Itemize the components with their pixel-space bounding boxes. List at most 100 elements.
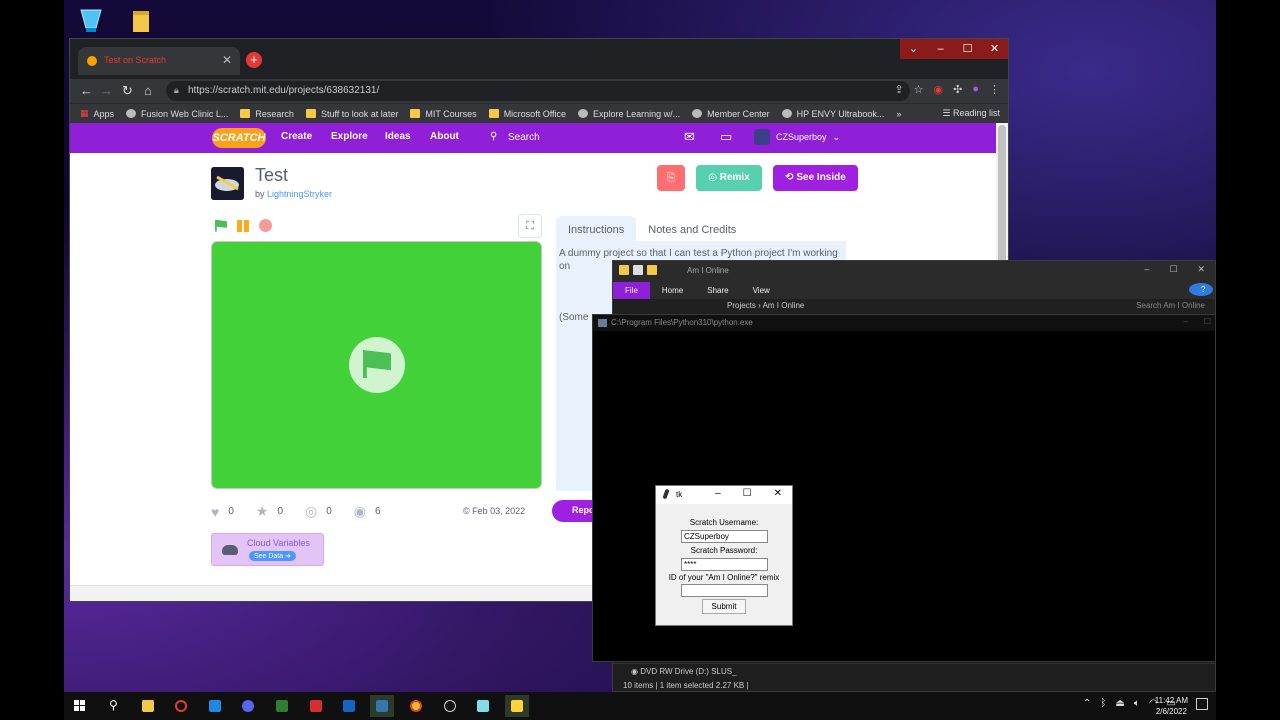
forward-icon[interactable]: → (100, 83, 113, 98)
bookmark-folder[interactable]: Research (240, 109, 294, 119)
bookmark-item[interactable]: Fusion Web Clinic L... (126, 109, 228, 119)
notification-icon[interactable] (1196, 698, 1208, 710)
ribbon-share[interactable]: Share (695, 286, 740, 295)
scratch-logo[interactable]: SCRATCH (212, 128, 266, 148)
nav-about[interactable]: About (430, 131, 459, 142)
minimize-icon[interactable]: – (1144, 264, 1149, 275)
word-taskbar-icon[interactable] (337, 695, 361, 717)
scrollbar-thumb[interactable] (998, 125, 1006, 265)
maximize-icon[interactable]: ☐ (1204, 317, 1211, 326)
mail-taskbar-icon[interactable] (203, 695, 227, 717)
project-stage[interactable] (211, 241, 542, 489)
nav-create[interactable]: Create (281, 131, 312, 142)
back-icon[interactable]: ← (80, 83, 93, 98)
nav-ideas[interactable]: Ideas (385, 131, 411, 142)
clock[interactable]: 11:42 AM 2/6/2022 (1155, 695, 1188, 717)
reload-icon[interactable]: ↻ (122, 83, 133, 99)
chat-taskbar-icon[interactable] (270, 695, 294, 717)
tab-instructions[interactable]: Instructions (556, 216, 637, 244)
puzzle-extensions-icon[interactable]: ✣ (953, 83, 962, 96)
letterbox-left (0, 0, 64, 692)
desktop-shortcut-icon[interactable] (78, 8, 104, 34)
bookmarks-overflow[interactable]: » (896, 109, 901, 119)
search-icon[interactable]: ⚲ (102, 695, 126, 717)
tray-overflow-icon[interactable]: ⌃ (1083, 698, 1091, 709)
app-taskbar-icon[interactable] (438, 695, 462, 717)
browser-tab[interactable]: Test on Scratch ✕ (78, 47, 240, 75)
close-window-icon[interactable]: ✕ (981, 39, 1008, 59)
bookmark-folder[interactable]: Microsoft Office (488, 109, 566, 119)
minimize-icon[interactable]: – (927, 39, 954, 59)
explorer-address-bar[interactable]: Projects › Am I Online Search Am I Online (613, 299, 1215, 313)
pause-icon[interactable] (237, 219, 249, 232)
favorite-stat[interactable]: ★ 0 (256, 503, 283, 520)
desktop-folder-icon[interactable] (130, 8, 156, 34)
remix-button[interactable]: ◎ Remix (696, 165, 762, 191)
home-icon[interactable]: ⌂ (144, 83, 152, 98)
volume-icon[interactable]: 🔈︎ (1134, 698, 1140, 709)
author-link[interactable]: LightningStryker (267, 189, 332, 199)
maximize-icon[interactable]: ☐ (1169, 264, 1177, 275)
tab-search-icon[interactable]: ⌄ (900, 39, 927, 59)
ribbon-file[interactable]: File (613, 281, 650, 299)
reading-list-button[interactable]: ☰ Reading list (942, 108, 1000, 119)
bookmark-item[interactable]: HP ENVY Ultrabook... (781, 109, 884, 119)
close-tab-icon[interactable]: ✕ (222, 53, 232, 67)
username-field[interactable]: CZSuperboy (681, 530, 768, 543)
maximize-icon[interactable]: ☐ (743, 488, 752, 499)
fullscreen-icon[interactable]: ⛶ (518, 214, 542, 238)
file-explorer-taskbar-icon[interactable] (136, 695, 160, 717)
stop-icon[interactable] (259, 219, 272, 232)
usb-icon[interactable]: ⏏ (1115, 698, 1124, 709)
submit-button[interactable]: Submit (702, 599, 746, 614)
copy-link-button[interactable]: ⎘ (657, 165, 685, 191)
bookmark-star-icon[interactable]: ☆ (914, 83, 924, 96)
dvd-drive-item[interactable]: ◉ DVD RW Drive (D:) SLUS_ (631, 667, 737, 676)
avatar (754, 129, 770, 145)
green-flag-icon[interactable] (215, 219, 227, 232)
search-input[interactable]: ⚲ Search (480, 127, 656, 149)
help-icon[interactable]: ? (1189, 283, 1213, 296)
love-stat[interactable]: ♥ 0 (211, 504, 234, 520)
python-idle-taskbar-icon[interactable] (505, 695, 529, 717)
account-menu[interactable]: CZSuperboy ⌄ (754, 129, 840, 145)
minimize-icon[interactable]: – (715, 488, 721, 499)
new-tab-button[interactable]: + (246, 52, 262, 68)
cloud-variables-badge[interactable]: Cloud Variables See Data ➜ (211, 533, 324, 566)
scratch-favicon-icon (87, 56, 97, 66)
menu-kebab-icon[interactable]: ⋮ (989, 83, 1000, 96)
ribbon-view[interactable]: View (741, 286, 782, 295)
my-stuff-folder-icon[interactable]: ▭ (720, 129, 732, 145)
ribbon-home[interactable]: Home (650, 286, 695, 295)
address-bar[interactable]: 🔒︎ https://scratch.mit.edu/projects/6386… (166, 81, 910, 101)
see-inside-button[interactable]: ⟲ See Inside (773, 165, 858, 191)
close-icon[interactable]: ✕ (1197, 264, 1205, 275)
python-taskbar-icon[interactable] (370, 695, 394, 717)
share-icon[interactable]: ⇪ (894, 83, 903, 96)
bookmark-item[interactable]: Member Center (692, 109, 770, 119)
messages-icon[interactable]: ✉ (684, 129, 695, 145)
tab-notes-credits[interactable]: Notes and Credits (636, 216, 748, 244)
app-taskbar-icon[interactable] (471, 695, 495, 717)
remix-id-field[interactable] (681, 584, 768, 597)
bookmark-folder[interactable]: Stuff to look at later (305, 109, 398, 119)
password-field[interactable]: **** (681, 558, 768, 571)
minimize-icon[interactable]: – (1183, 317, 1187, 326)
acrobat-taskbar-icon[interactable] (304, 695, 328, 717)
chrome-taskbar-icon[interactable] (404, 695, 428, 717)
start-overlay-button[interactable] (349, 337, 405, 393)
close-icon[interactable]: ✕ (774, 488, 782, 499)
opera-extension-icon[interactable]: ◉ (934, 83, 944, 96)
nav-explore[interactable]: Explore (331, 131, 368, 142)
bookmark-folder[interactable]: MIT Courses (410, 109, 477, 119)
discord-taskbar-icon[interactable] (236, 695, 260, 717)
start-button[interactable] (68, 695, 92, 717)
bluetooth-icon[interactable]: ᛒ (1100, 698, 1106, 709)
explorer-search[interactable]: Search Am I Online (1136, 301, 1205, 310)
opera-taskbar-icon[interactable] (169, 695, 193, 717)
see-data-link[interactable]: See Data ➜ (249, 551, 296, 561)
bookmark-apps[interactable]: ▦ Apps (80, 108, 114, 119)
maximize-icon[interactable]: ☐ (954, 39, 981, 59)
bookmark-item[interactable]: Explore Learning w/... (578, 109, 680, 119)
profile-avatar-icon[interactable]: ● (972, 83, 979, 96)
